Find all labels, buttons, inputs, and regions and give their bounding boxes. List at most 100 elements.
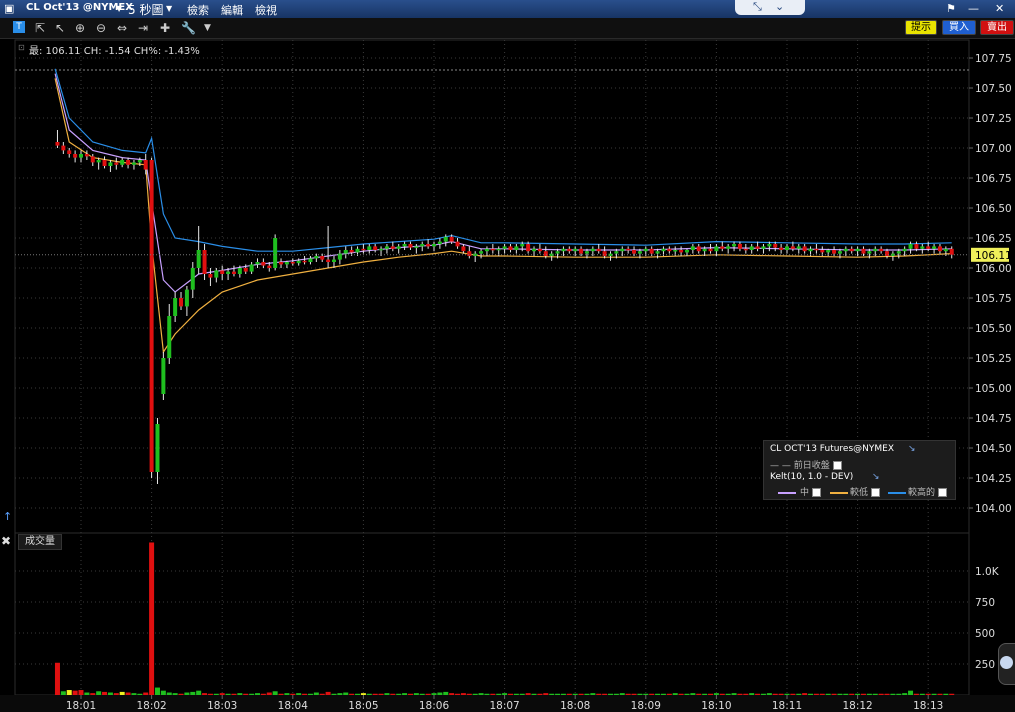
volume-bar xyxy=(802,693,808,695)
candle-body xyxy=(414,246,419,248)
wrench-icon[interactable]: 🔧 xyxy=(181,20,196,36)
toolbar-chevron-down-icon[interactable]: ▼ xyxy=(204,20,211,36)
price-tick-label: 107.50 xyxy=(975,83,1012,95)
expand-arrow-icon[interactable]: ↑ xyxy=(3,510,12,523)
volume-bar xyxy=(125,692,131,695)
legend-middle: 中 xyxy=(778,485,822,498)
volume-bar xyxy=(325,691,331,695)
price-tick-label: 105.75 xyxy=(975,293,1012,305)
sell-button[interactable]: 賣出 xyxy=(980,20,1014,35)
candle-body xyxy=(643,248,648,252)
price-tick-label: 104.75 xyxy=(975,413,1012,425)
candle-body xyxy=(131,162,136,165)
candle-body xyxy=(467,251,472,256)
volume-bar xyxy=(366,693,372,695)
cursor-tool-icon[interactable]: ⇱ xyxy=(35,20,45,36)
candle-body xyxy=(155,424,160,472)
volume-bar xyxy=(302,693,308,695)
volume-bar xyxy=(425,693,431,695)
candle-body xyxy=(749,246,754,250)
volume-bar xyxy=(219,693,225,695)
volume-bar xyxy=(478,693,484,695)
candle-body xyxy=(196,250,201,268)
candle-body xyxy=(402,244,407,247)
legend-prev-close: — — 前日收盤 xyxy=(770,458,842,471)
candle-body xyxy=(943,248,948,252)
alert-button[interactable]: 提示 xyxy=(905,20,937,35)
candle-body xyxy=(843,248,848,252)
menu-edit[interactable]: 編輯 xyxy=(221,2,243,18)
interval-dropdown-chevron-icon[interactable]: ▼ xyxy=(166,4,172,13)
symbol-dropdown-chevron-icon[interactable]: ▼ xyxy=(116,4,122,13)
candle-body xyxy=(543,251,548,256)
scroll-end-icon[interactable]: ⇥ xyxy=(138,20,148,36)
study-settings-icon[interactable]: ↘ xyxy=(872,472,880,482)
pointer-tool-icon[interactable]: ↖ xyxy=(55,20,65,36)
volume-bar xyxy=(443,691,449,695)
volume-bar xyxy=(355,693,361,695)
legend-settings-icon[interactable]: ↘ xyxy=(908,444,916,454)
candle-body xyxy=(632,250,637,254)
candle-body xyxy=(808,248,813,252)
chart-area[interactable]: 104.00 104.25 104.50 104.75 105.00 105.25 105.… xyxy=(0,38,1015,712)
legend-title: CL OCT'13 Futures@NYMEX xyxy=(770,444,895,454)
candle-body xyxy=(802,246,807,252)
candle-body xyxy=(308,258,313,262)
volume-bar xyxy=(613,693,619,695)
volume-bar xyxy=(449,693,455,695)
candle-body xyxy=(408,244,413,248)
volume-bar xyxy=(154,687,160,695)
volume-bar xyxy=(766,693,772,695)
menu-view[interactable]: 檢視 xyxy=(255,2,277,18)
candle-body xyxy=(855,248,860,252)
time-tick-label: 18:08 xyxy=(560,700,590,712)
window-icon: ▣ xyxy=(4,2,15,15)
restore-icon[interactable]: ⤡ xyxy=(753,0,762,14)
pan-icon[interactable]: ⇔ xyxy=(117,20,127,36)
time-tick-label: 18:12 xyxy=(842,700,872,712)
candle-body xyxy=(226,271,231,274)
upper-checkbox[interactable] xyxy=(938,488,948,497)
volume-bar xyxy=(672,693,678,695)
volume-bar xyxy=(860,693,866,695)
interval-dropdown[interactable]: 5 秒圖 xyxy=(128,1,163,18)
volume-bar xyxy=(690,693,696,695)
volume-bar xyxy=(696,693,702,695)
chart-toolbar: T ⇱ ↖ ⊕ ⊖ ⇔ ⇥ ✚ 🔧 ▼ 提示 買入 賣出 xyxy=(0,18,1015,39)
price-tick-label: 104.50 xyxy=(975,443,1012,455)
collapse-chevron-icon[interactable]: ⌄ xyxy=(775,0,784,13)
zoom-in-icon[interactable]: ⊕ xyxy=(75,20,85,36)
volume-bar xyxy=(608,693,613,695)
volume-bar xyxy=(243,693,249,695)
zoom-widget[interactable] xyxy=(998,643,1015,685)
candle-body xyxy=(79,154,83,158)
price-tick-label: 107.75 xyxy=(975,53,1012,65)
volume-bar xyxy=(190,691,196,695)
menu-search[interactable]: 檢索 xyxy=(187,2,209,18)
flag-icon[interactable]: ⚑ xyxy=(946,2,956,15)
buy-button[interactable]: 買入 xyxy=(942,20,976,35)
text-tool-icon[interactable]: T xyxy=(13,21,25,33)
volume-bar xyxy=(708,693,714,695)
volume-bar xyxy=(919,693,925,695)
candle-body xyxy=(820,250,825,253)
lower-checkbox[interactable] xyxy=(871,488,881,497)
middle-checkbox[interactable] xyxy=(812,488,822,497)
volume-bar xyxy=(843,693,849,695)
candle-body xyxy=(826,250,831,253)
close-volume-pane-icon[interactable]: ✖ xyxy=(0,535,12,547)
volume-bar xyxy=(819,693,825,695)
close-icon[interactable]: ✕ xyxy=(995,2,1004,15)
candle-body xyxy=(484,248,489,252)
volume-bar xyxy=(66,690,72,695)
volume-bar xyxy=(572,693,578,695)
prev-close-checkbox[interactable] xyxy=(832,461,842,470)
zoom-out-icon[interactable]: ⊖ xyxy=(96,20,106,36)
volume-bar xyxy=(507,693,513,695)
minimize-icon[interactable]: — xyxy=(968,2,979,15)
candle-body xyxy=(814,248,819,251)
volume-bar xyxy=(90,693,96,695)
crosshair-icon[interactable]: ✚ xyxy=(160,20,170,36)
candle-body xyxy=(926,246,931,249)
candle-body xyxy=(914,244,919,249)
